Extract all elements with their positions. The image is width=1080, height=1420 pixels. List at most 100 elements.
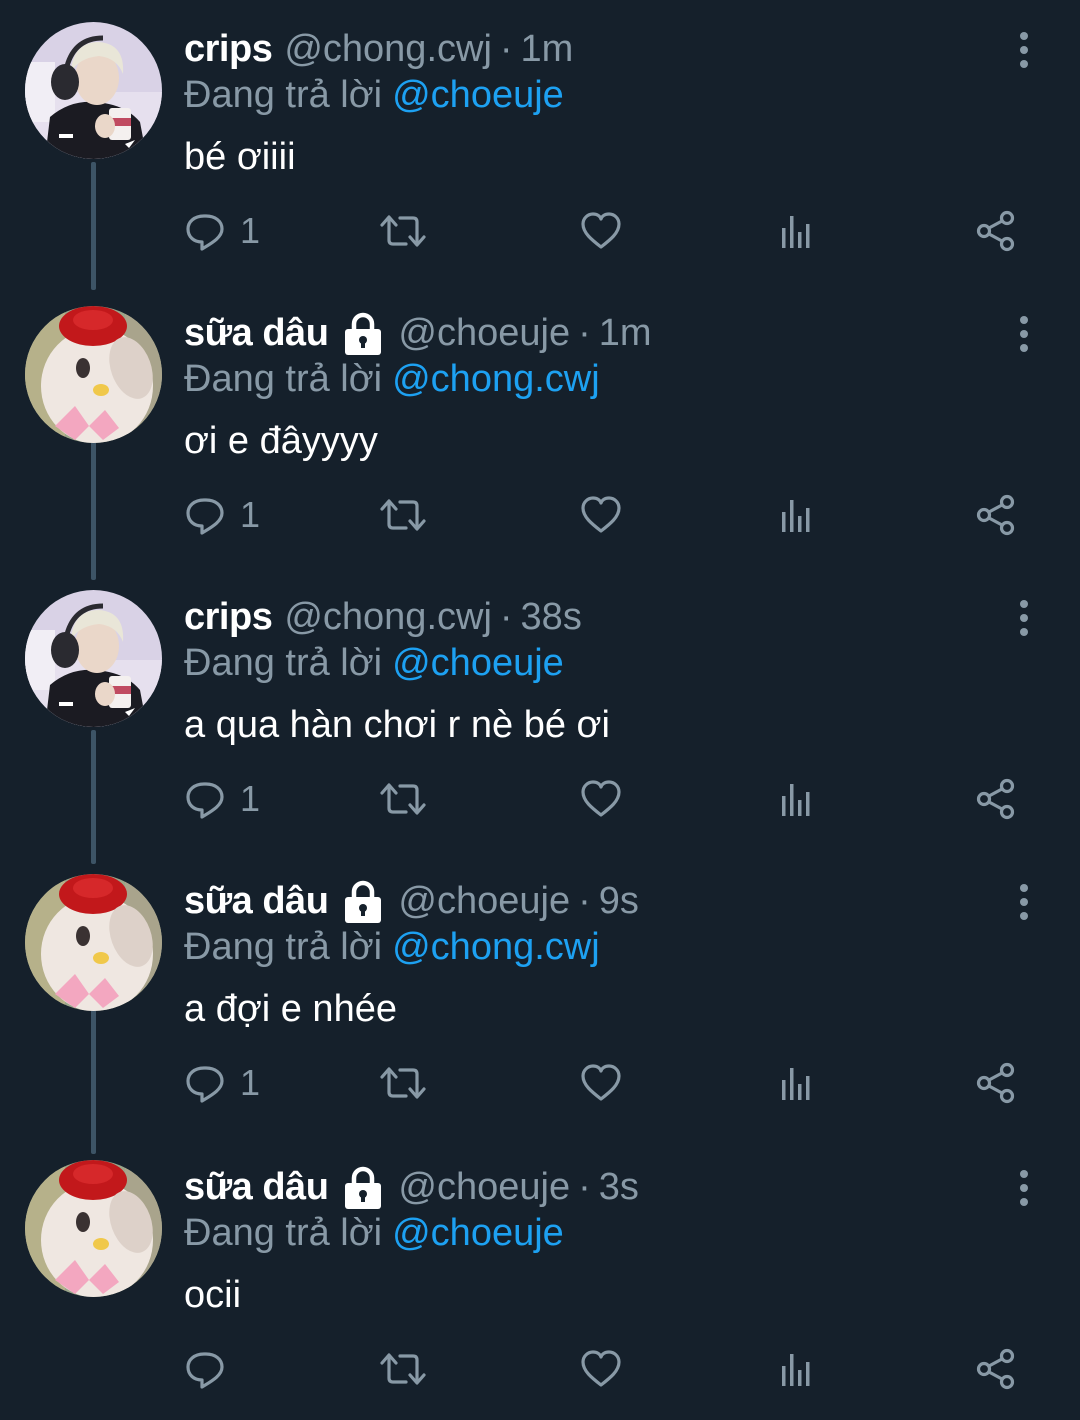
tweet-text: ơi e đâyyyy — [184, 420, 378, 462]
more-options-icon[interactable] — [1010, 314, 1038, 354]
tweet-header: crips @chong.cwj · 1m — [184, 24, 573, 74]
analytics-button[interactable] — [780, 1058, 816, 1108]
crips-avatar[interactable] — [25, 590, 162, 727]
like-button[interactable] — [580, 1344, 622, 1394]
more-options-icon[interactable] — [1010, 30, 1038, 70]
like-icon — [580, 1348, 622, 1390]
analytics-icon — [780, 778, 816, 820]
reply-count: 1 — [240, 210, 261, 251]
share-button[interactable] — [976, 774, 1016, 824]
display-name[interactable]: crips — [184, 28, 273, 71]
lock-icon — [340, 878, 386, 924]
tweet[interactable]: sữa dâu @choeuje · 9s Đang trả lời @chong… — [0, 874, 1080, 1134]
retweet-button[interactable] — [380, 774, 426, 824]
sua-dau-avatar[interactable] — [25, 306, 162, 443]
like-button[interactable] — [580, 1058, 622, 1108]
more-options-icon[interactable] — [1010, 1168, 1038, 1208]
reply-button[interactable]: 1 — [184, 490, 260, 540]
reply-button[interactable] — [184, 1344, 240, 1394]
sua-dau-avatar[interactable] — [25, 1160, 162, 1297]
share-button[interactable] — [976, 1058, 1016, 1108]
lock-icon — [340, 1164, 386, 1210]
like-button[interactable] — [580, 774, 622, 824]
analytics-icon — [780, 210, 816, 252]
mention-link[interactable]: @chong.cwj — [392, 358, 600, 400]
tweet-actions: 1 — [184, 490, 1024, 540]
retweet-icon — [380, 1062, 426, 1104]
reply-button[interactable]: 1 — [184, 1058, 260, 1108]
replying-to-label: Đang trả lời — [184, 926, 383, 968]
tweet-actions: 1 — [184, 1058, 1024, 1108]
replying-to: Đang trả lời @choeuje — [184, 74, 564, 117]
user-handle[interactable]: @choeuje — [398, 1166, 570, 1209]
replying-to-label: Đang trả lời — [184, 1212, 383, 1254]
analytics-button[interactable] — [780, 206, 816, 256]
share-icon — [976, 494, 1016, 536]
reply-icon — [184, 1348, 226, 1390]
reply-count: 1 — [240, 778, 261, 819]
like-button[interactable] — [580, 206, 622, 256]
display-name[interactable]: sữa dâu — [184, 880, 329, 923]
tweet[interactable]: crips @chong.cwj · 1m Đang trả lời @choeu… — [0, 22, 1080, 282]
crips-avatar[interactable] — [25, 22, 162, 159]
reply-count: 1 — [240, 1062, 261, 1103]
analytics-button[interactable] — [780, 490, 816, 540]
reply-button[interactable]: 1 — [184, 206, 260, 256]
share-icon — [976, 1062, 1016, 1104]
tweet-header: crips @chong.cwj · 38s — [184, 592, 582, 642]
reply-icon — [184, 1062, 226, 1104]
display-name[interactable]: sữa dâu — [184, 1166, 329, 1209]
replying-to-label: Đang trả lời — [184, 358, 383, 400]
replying-to: Đang trả lời @choeuje — [184, 642, 564, 685]
like-button[interactable] — [580, 490, 622, 540]
user-handle[interactable]: @chong.cwj — [284, 28, 492, 71]
replying-to: Đang trả lời @chong.cwj — [184, 358, 600, 401]
reply-count: 1 — [240, 494, 261, 535]
retweet-icon — [380, 778, 426, 820]
mention-link[interactable]: @choeuje — [392, 1212, 564, 1254]
retweet-button[interactable] — [380, 490, 426, 540]
share-icon — [976, 210, 1016, 252]
reply-button[interactable]: 1 — [184, 774, 260, 824]
separator-dot: · — [578, 879, 591, 922]
replying-to-label: Đang trả lời — [184, 74, 383, 116]
user-handle[interactable]: @choeuje — [398, 880, 570, 923]
tweet[interactable]: crips @chong.cwj · 38s Đang trả lời @choe… — [0, 590, 1080, 850]
more-options-icon[interactable] — [1010, 882, 1038, 922]
tweet[interactable]: sữa dâu @choeuje · 3s Đang trả lời @choeu… — [0, 1160, 1080, 1420]
analytics-icon — [780, 494, 816, 536]
more-options-icon[interactable] — [1010, 598, 1038, 638]
analytics-button[interactable] — [780, 774, 816, 824]
separator-dot: · — [499, 595, 513, 638]
analytics-button[interactable] — [780, 1344, 816, 1394]
tweet-header: sữa dâu @choeuje · 3s — [184, 1162, 639, 1212]
user-handle[interactable]: @chong.cwj — [284, 596, 492, 639]
display-name[interactable]: crips — [184, 596, 273, 639]
timestamp: 1m — [520, 27, 574, 70]
mention-link[interactable]: @choeuje — [392, 642, 564, 684]
tweet[interactable]: sữa dâu @choeuje · 1m Đang trả lời @chong… — [0, 306, 1080, 566]
retweet-icon — [380, 494, 426, 536]
share-icon — [976, 1348, 1016, 1390]
separator-dot: · — [578, 311, 591, 354]
timestamp: 9s — [598, 879, 639, 922]
share-button[interactable] — [976, 1344, 1016, 1394]
tweet-text: a qua hàn chơi r nè bé ơi — [184, 704, 610, 746]
mention-link[interactable]: @chong.cwj — [392, 926, 600, 968]
user-handle[interactable]: @choeuje — [398, 312, 570, 355]
mention-link[interactable]: @choeuje — [392, 74, 564, 116]
retweet-icon — [380, 210, 426, 252]
replying-to-label: Đang trả lời — [184, 642, 383, 684]
sua-dau-avatar[interactable] — [25, 874, 162, 1011]
like-icon — [580, 1062, 622, 1104]
retweet-button[interactable] — [380, 206, 426, 256]
retweet-button[interactable] — [380, 1344, 426, 1394]
like-icon — [580, 210, 622, 252]
display-name[interactable]: sữa dâu — [184, 312, 329, 355]
retweet-button[interactable] — [380, 1058, 426, 1108]
reply-icon — [184, 210, 226, 252]
replying-to: Đang trả lời @choeuje — [184, 1212, 564, 1255]
share-button[interactable] — [976, 490, 1016, 540]
timestamp: 3s — [598, 1165, 639, 1208]
share-button[interactable] — [976, 206, 1016, 256]
